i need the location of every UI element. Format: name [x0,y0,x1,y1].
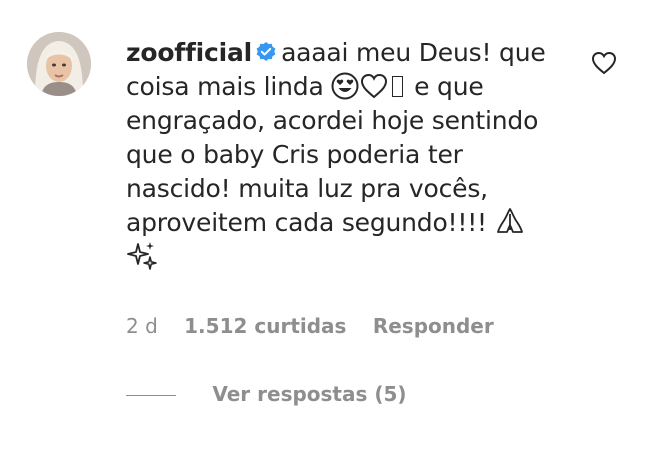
comment-meta: 2 d 1.512 curtidas Responder [126,314,494,338]
avatar[interactable] [27,32,91,96]
heart-eyes-emoji-icon [331,72,359,100]
replies-divider-line [126,395,176,396]
view-replies-button[interactable]: Ver respostas (5) [126,382,407,406]
folded-hands-emoji-icon [496,208,523,233]
like-count[interactable]: 1.512 curtidas [184,314,346,338]
reply-button[interactable]: Responder [373,314,494,338]
white-heart-emoji-icon [361,73,388,99]
profile-photo [27,32,91,96]
missing-glyph-box [392,76,404,97]
comment-body: zoofficial aaaai meu Deus! que coisa mai… [126,36,546,276]
like-button[interactable] [590,50,618,76]
sparkles-emoji-icon [127,242,157,270]
view-replies-label: Ver respostas (5) [212,382,407,406]
verified-badge-icon [256,42,276,61]
username-link[interactable]: zoofficial [126,38,252,67]
comment-timestamp[interactable]: 2 d [126,314,158,338]
heart-outline-icon [591,51,617,75]
